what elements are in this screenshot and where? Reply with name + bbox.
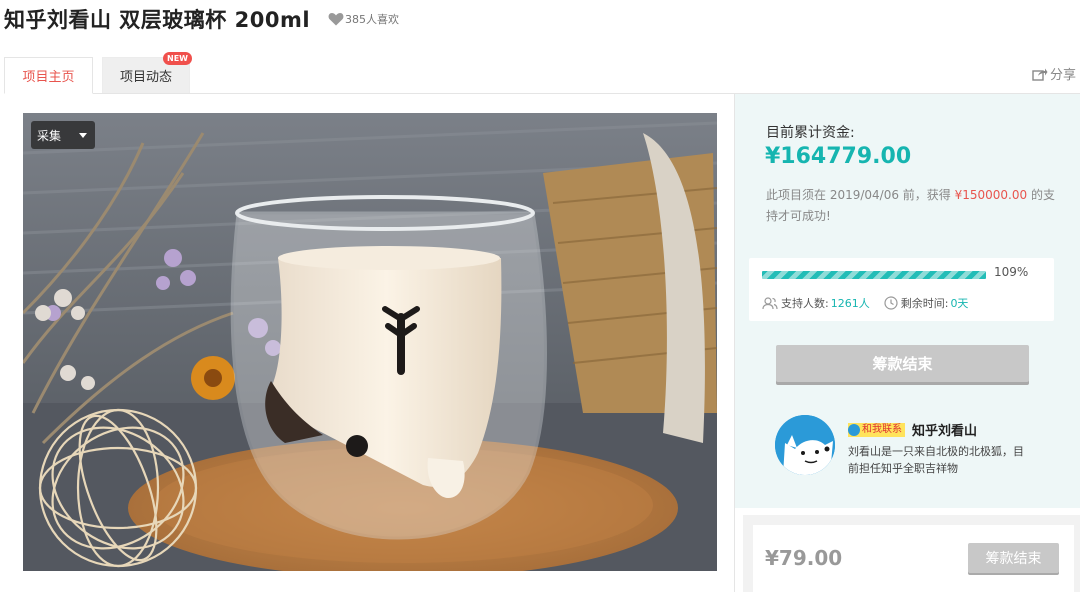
supporters-label: 支持人数: [781, 297, 829, 310]
collect-label: 采集 [37, 128, 62, 143]
progress-percent: 109% [994, 265, 1029, 279]
funding-goal-note: 此项目须在 2019/04/06 前，获得 ¥150000.00 的支持才可成功… [766, 185, 1066, 227]
tier-price: ¥79.00 [765, 546, 843, 570]
heart-icon [328, 13, 344, 26]
reward-tier-card: ¥79.00 筹款结束 [753, 525, 1074, 592]
fox-mascot-icon [775, 415, 835, 475]
goal-amount: ¥150000.00 [954, 188, 1028, 202]
owner-info: 和我联系 知乎刘看山 [848, 420, 977, 439]
funding-panel: 目前累计资金: ¥164779.00 此项目须在 2019/04/06 前，获得… [735, 94, 1080, 508]
reward-tier: ¥79.00 筹款结束 [743, 515, 1080, 592]
collect-button[interactable]: 采集 [31, 121, 95, 149]
project-header: 知乎刘看山 双层玻璃杯 200ml 385人喜欢 [4, 4, 399, 34]
likes-counter[interactable]: 385人喜欢 [328, 11, 399, 27]
project-title: 知乎刘看山 双层玻璃杯 200ml [4, 8, 311, 32]
share-icon [1032, 68, 1048, 81]
tab-label: 项目主页 [22, 70, 75, 85]
new-badge: NEW [163, 52, 192, 65]
funding-ended-button[interactable]: 筹款结束 [776, 345, 1029, 382]
stats-row: 支持人数: 1261人 剩余时间: 0天 [762, 295, 968, 311]
share-label: 分享 [1049, 68, 1076, 83]
chat-icon [848, 423, 860, 436]
supporters-value: 1261人 [830, 297, 870, 310]
contact-me-badge[interactable]: 和我联系 [848, 422, 905, 437]
owner-name[interactable]: 知乎刘看山 [912, 420, 977, 439]
remaining-label: 剩余时间: [900, 297, 949, 310]
contact-label: 和我联系 [862, 423, 902, 435]
avatar[interactable] [775, 415, 835, 475]
funding-label: 目前累计资金: [766, 125, 855, 141]
progress-bar [762, 271, 986, 279]
owner-description: 刘看山是一只来自北极的北极狐，目前担任知乎全职吉祥物 [848, 445, 1024, 475]
goal-note-prefix: 此项目须在 2019/04/06 前，获得 [766, 188, 955, 202]
product-photo-illustration [23, 113, 717, 571]
supporters-icon [762, 296, 778, 309]
tab-project-updates[interactable]: 项目动态 NEW [102, 52, 192, 94]
funding-amount: ¥164779.00 [765, 144, 912, 169]
tab-label: 项目动态 [119, 70, 172, 85]
funding-stats-card: 109% 支持人数: 1261人 剩余时间: 0天 [749, 258, 1054, 321]
likes-count: 385人喜欢 [345, 13, 400, 26]
chevron-down-icon [79, 132, 87, 138]
tier-ended-button[interactable]: 筹款结束 [968, 543, 1059, 573]
product-image: 采集 [23, 113, 717, 571]
clock-icon [884, 296, 898, 310]
share-button[interactable]: 分享 [1032, 64, 1076, 83]
tab-project-home[interactable]: 项目主页 [4, 57, 93, 94]
remaining-value: 0天 [950, 297, 969, 310]
